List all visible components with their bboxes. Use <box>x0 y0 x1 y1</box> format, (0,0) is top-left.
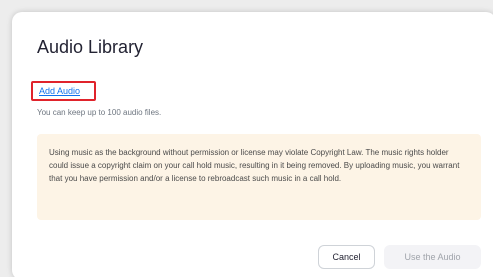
cancel-button[interactable]: Cancel <box>318 245 375 269</box>
add-audio-link[interactable]: Add Audio <box>39 86 80 96</box>
audio-limit-text: You can keep up to 100 audio files. <box>37 108 162 117</box>
dialog-title: Audio Library <box>37 37 144 57</box>
audio-library-dialog: Audio Library Add Audio You can keep up … <box>12 12 493 277</box>
use-audio-button[interactable]: Use the Audio <box>384 245 481 269</box>
add-audio-highlight: Add Audio <box>31 81 96 101</box>
copyright-warning: Using music as the background without pe… <box>37 134 481 220</box>
copyright-warning-text: Using music as the background without pe… <box>49 148 460 183</box>
